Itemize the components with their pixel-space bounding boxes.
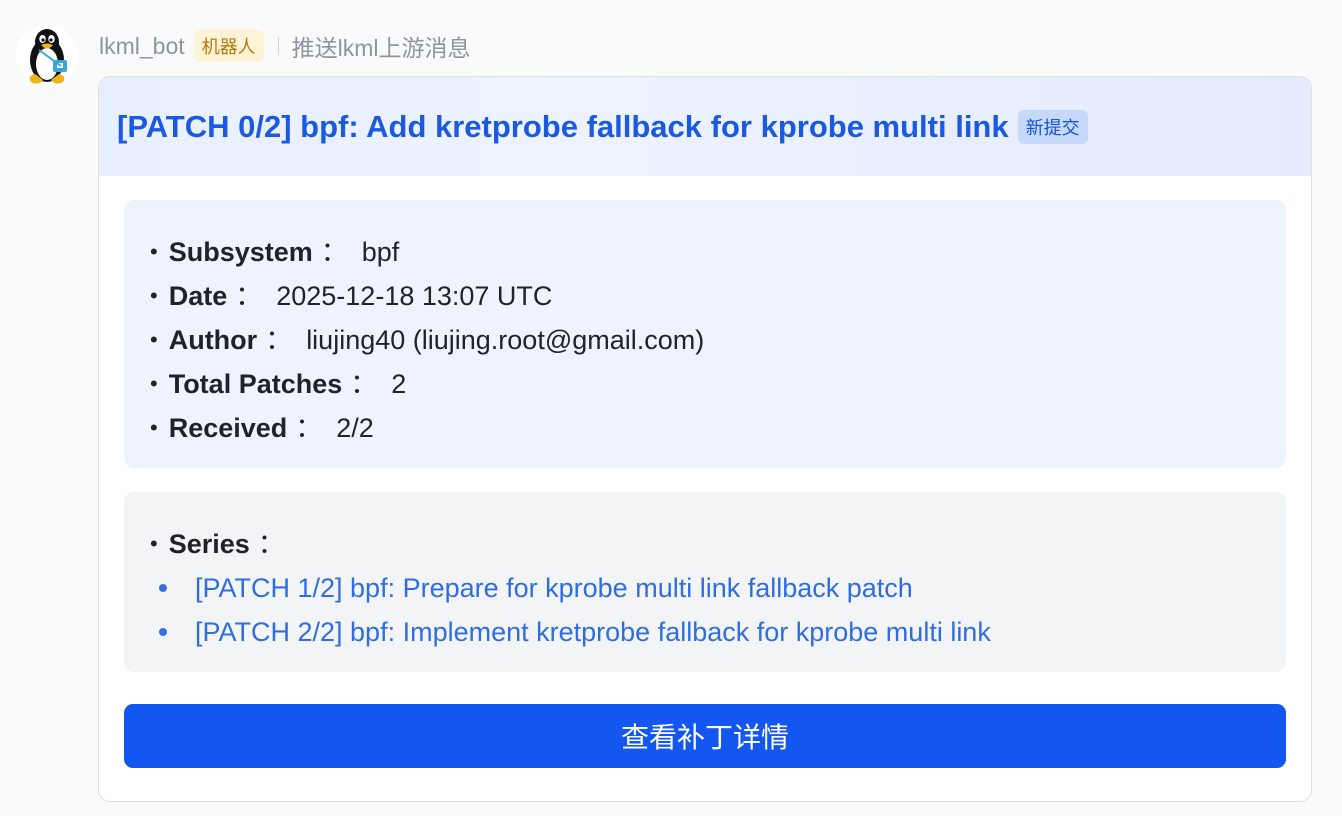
field-value: 2025-12-18 13:07 UTC <box>276 281 553 311</box>
header-divider <box>277 37 279 55</box>
bullet-icon: • <box>150 327 158 352</box>
field-value: 2 <box>391 369 407 399</box>
field-author: • Author ： liujing40 (liujing.root@gmail… <box>150 318 1286 362</box>
field-separator: ： <box>257 529 285 559</box>
bot-badge: 机器人 <box>193 30 264 62</box>
message-header: lkml_bot 机器人 推送lkml上游消息 <box>99 30 471 62</box>
series-item: [PATCH 1/2] bpf: Prepare for kprobe mult… <box>150 566 1286 610</box>
bullet-icon: • <box>150 415 158 440</box>
series-panel: • Series ： [PATCH 1/2] bpf: Prepare for … <box>124 492 1286 672</box>
card-title: [PATCH 0/2] bpf: Add kretprobe fallback … <box>117 108 1009 144</box>
bullet-icon: • <box>150 371 158 396</box>
sender-description: 推送lkml上游消息 <box>291 35 471 61</box>
patch-info-panel: • Subsystem ： bpf • Date ： 2025-12-18 13… <box>124 200 1286 468</box>
field-value: liujing40 (liujing.root@gmail.com) <box>306 325 705 355</box>
bullet-icon <box>159 628 167 636</box>
field-date: • Date ： 2025-12-18 13:07 UTC <box>150 274 1286 318</box>
field-separator: ： <box>265 325 293 355</box>
bullet-icon: • <box>150 239 158 264</box>
field-key: Author <box>168 325 258 355</box>
field-separator: ： <box>295 413 323 443</box>
field-key: Subsystem <box>168 237 313 267</box>
bullet-icon <box>159 584 167 592</box>
message-card: [PATCH 0/2] bpf: Add kretprobe fallback … <box>98 76 1312 802</box>
series-item: [PATCH 2/2] bpf: Implement kretprobe fal… <box>150 610 1286 654</box>
tux-penguin-icon <box>29 29 67 84</box>
field-received: • Received ： 2/2 <box>150 406 1286 450</box>
card-header: [PATCH 0/2] bpf: Add kretprobe fallback … <box>99 77 1311 176</box>
field-separator: ： <box>320 237 348 267</box>
field-separator: ： <box>235 281 263 311</box>
series-label: Series <box>168 529 250 559</box>
bullet-icon: • <box>150 283 158 308</box>
patch-link[interactable]: [PATCH 1/2] bpf: Prepare for kprobe mult… <box>195 566 913 610</box>
field-value: bpf <box>361 237 400 267</box>
sender-name[interactable]: lkml_bot <box>99 33 185 60</box>
avatar[interactable] <box>16 25 78 87</box>
field-key: Received <box>168 413 288 443</box>
view-patch-details-button[interactable]: 查看补丁详情 <box>124 704 1286 768</box>
field-key: Total Patches <box>168 369 343 399</box>
series-heading: • Series ： <box>150 522 1286 566</box>
field-subsystem: • Subsystem ： bpf <box>150 230 1286 274</box>
status-badge: 新提交 <box>1017 109 1088 144</box>
field-value: 2/2 <box>336 413 374 443</box>
field-total-patches: • Total Patches ： 2 <box>150 362 1286 406</box>
bullet-icon: • <box>150 531 158 556</box>
field-key: Date <box>168 281 228 311</box>
field-separator: ： <box>350 369 378 399</box>
patch-link[interactable]: [PATCH 2/2] bpf: Implement kretprobe fal… <box>195 610 991 654</box>
